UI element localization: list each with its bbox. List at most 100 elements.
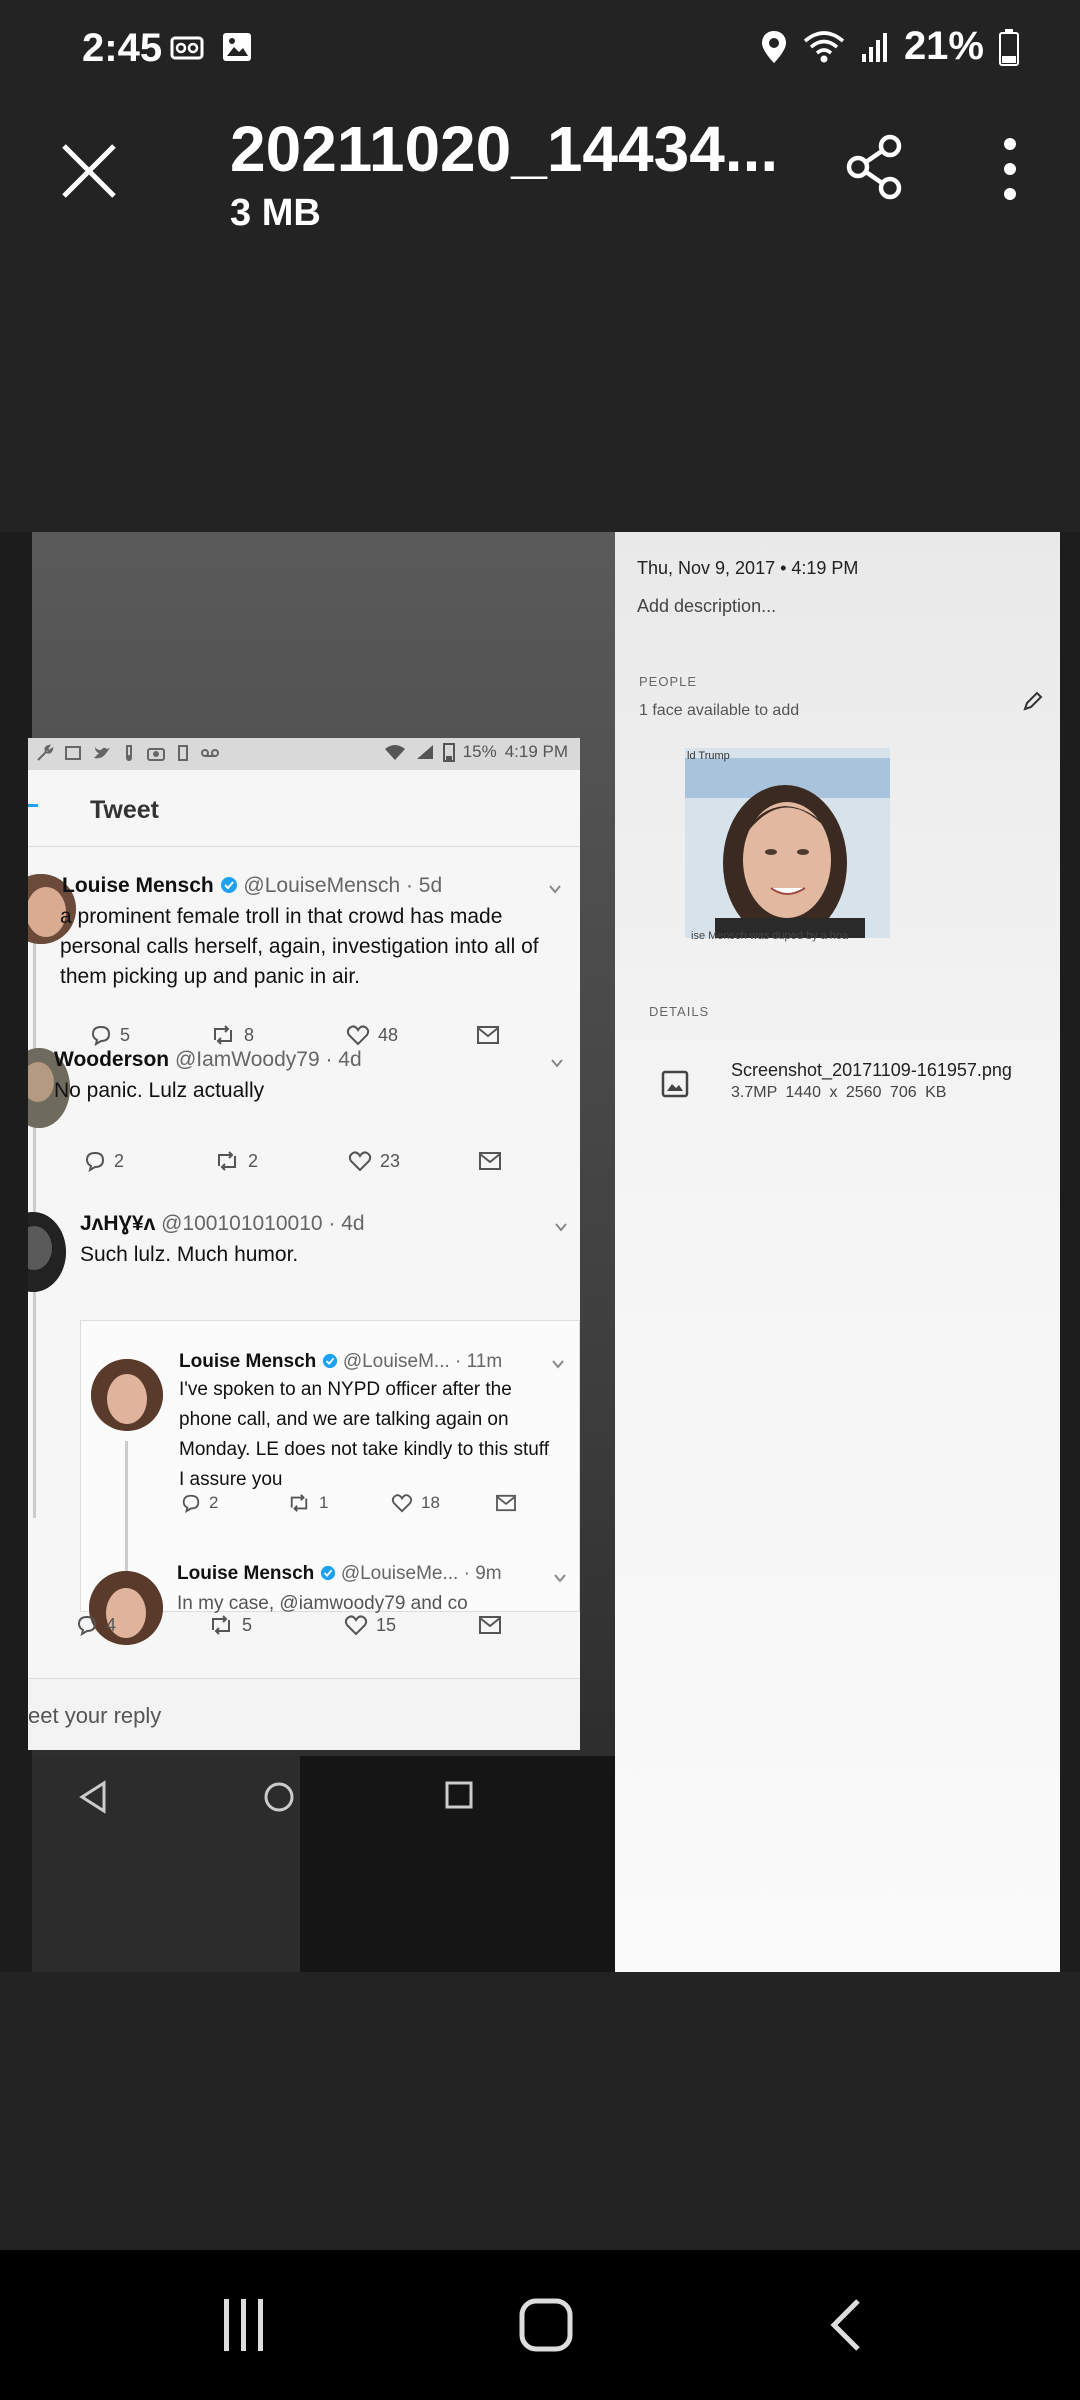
voicemail-icon	[170, 36, 204, 60]
reply-count: 4	[106, 1614, 117, 1635]
tweet-actions: 2 2 23	[84, 1150, 502, 1172]
reply-action[interactable]: 5	[90, 1024, 210, 1046]
retweet-action[interactable]: 1	[287, 1493, 391, 1513]
quoted-author-name: Louise Mensch	[177, 1563, 315, 1584]
chevron-down-icon[interactable]	[550, 1056, 564, 1070]
battery-small-icon	[442, 743, 455, 762]
chevron-down-icon[interactable]	[551, 1357, 565, 1371]
retweet-count: 5	[242, 1614, 253, 1635]
retweet-icon	[212, 1615, 230, 1635]
chevron-down-icon[interactable]	[548, 882, 562, 896]
back-triangle-icon	[79, 1780, 106, 1814]
home-circle-icon	[264, 1782, 294, 1812]
quoted-author-line: Louise Mensch @LouiseM... · 11m	[179, 1351, 502, 1373]
like-count: 48	[378, 1024, 399, 1045]
tweet-status-battery: 15%	[462, 742, 497, 761]
signal-icon	[861, 32, 887, 62]
like-action[interactable]: 23	[348, 1150, 478, 1172]
back-icon[interactable]	[818, 2295, 878, 2355]
reply-icon	[91, 1025, 111, 1046]
tweet-header-title: Tweet	[90, 796, 159, 824]
file-image-icon	[661, 1070, 689, 1098]
home-icon[interactable]	[516, 2295, 576, 2355]
tweet-text: a prominent female troll in that crowd h…	[60, 905, 539, 988]
photo-date: Thu, Nov 9, 2017 • 4:19 PM	[637, 558, 859, 578]
retweet-action[interactable]: 8	[210, 1024, 346, 1046]
people-heading: PEOPLE	[639, 674, 698, 689]
back-arrow-icon[interactable]	[28, 804, 38, 807]
like-action[interactable]: 18	[391, 1493, 495, 1513]
tweet-status-bar: 15% 4:19 PM	[28, 738, 580, 770]
reply-input[interactable]: eet your reply	[28, 1678, 580, 1750]
retweet-count: 2	[248, 1150, 259, 1171]
file-name: Screenshot_20171109-161957.png	[731, 1060, 1012, 1080]
file-title: 20211020_14434...	[230, 113, 779, 185]
avatar	[91, 1359, 163, 1431]
more-options-button[interactable]	[990, 134, 1030, 204]
verified-badge-icon	[220, 877, 237, 893]
thread-line	[33, 898, 36, 1518]
image-icon	[223, 33, 251, 61]
direct-message-icon[interactable]	[476, 1025, 500, 1045]
wrench-icon	[37, 744, 54, 761]
close-button[interactable]	[56, 138, 122, 204]
like-action[interactable]: 15	[344, 1614, 478, 1636]
tweet-status-time: 4:19 PM	[504, 742, 568, 761]
retweet-count: 1	[319, 1493, 329, 1512]
retweet-icon	[218, 1151, 236, 1171]
details-heading: DETAILS	[649, 1004, 710, 1019]
photo-viewer-image[interactable]: Thu, Nov 9, 2017 • 4:19 PM Add descripti…	[0, 532, 1080, 1972]
reply-icon	[77, 1615, 97, 1636]
retweet-action[interactable]: 5	[208, 1614, 344, 1636]
camera-icon	[147, 748, 165, 761]
overview-square-icon	[445, 1781, 473, 1809]
pencil-icon	[1023, 691, 1043, 711]
reply-icon	[85, 1151, 105, 1172]
tweet-actions: 5 8 48	[90, 1024, 500, 1046]
quoted-author-line: Louise Mensch @LouiseMe... · 9m	[177, 1563, 502, 1585]
face-thumbnail	[685, 748, 890, 938]
like-action[interactable]: 48	[346, 1024, 476, 1046]
twitter-bird-icon	[94, 747, 110, 759]
share-button[interactable]	[840, 132, 910, 202]
quoted-tweets[interactable]: Louise Mensch @LouiseM... · 11m I've spo…	[80, 1320, 580, 1645]
photo-right-edge	[1060, 532, 1080, 1972]
tweet-author-line: JᴧHƔ¥ᴧ @100101010010 · 4d	[80, 1212, 365, 1236]
face-note: 1 face available to add	[639, 702, 800, 719]
direct-message-icon[interactable]	[478, 1151, 502, 1171]
quoted-actions: 2 1 18	[181, 1493, 517, 1513]
tweet-screen: 15% 4:19 PM Tweet Louise Mensch @LouiseM…	[28, 738, 580, 1750]
reply-action[interactable]: 4	[76, 1614, 208, 1636]
reply-action[interactable]: 2	[84, 1150, 214, 1172]
reply-action[interactable]: 2	[181, 1493, 287, 1513]
verified-badge-icon	[320, 1565, 335, 1581]
quoted-text: I've spoken to an NYPD officer after the…	[179, 1379, 550, 1490]
status-right: 21%	[760, 24, 1020, 69]
heart-icon	[391, 1494, 413, 1513]
chevron-down-icon[interactable]	[554, 1220, 568, 1234]
status-left-icons	[170, 30, 254, 66]
reply-count: 2	[209, 1493, 219, 1512]
chevron-down-icon[interactable]	[553, 1571, 567, 1585]
direct-message-icon[interactable]	[478, 1615, 502, 1635]
quoted-author-handle: @LouiseMe... · 9m	[340, 1563, 502, 1584]
direct-message-icon[interactable]	[495, 1494, 517, 1512]
tweet-text: No panic. Lulz actually	[54, 1079, 265, 1102]
heart-icon	[346, 1025, 370, 1046]
tweet-author-name: Wooderson	[54, 1048, 170, 1071]
reply-count: 5	[120, 1024, 131, 1045]
location-icon	[761, 30, 786, 63]
file-size: 3 MB	[230, 192, 321, 234]
tweet-author-name: Louise Mensch	[62, 874, 214, 897]
tweet-author-handle: @LouiseMensch · 5d	[243, 874, 443, 897]
retweet-action[interactable]: 2	[214, 1150, 348, 1172]
tweet-header: Tweet	[28, 770, 580, 847]
recents-icon[interactable]	[214, 2295, 274, 2355]
reply-icon	[182, 1494, 200, 1513]
retweet-count: 8	[244, 1024, 255, 1045]
like-count: 23	[380, 1150, 401, 1171]
battery-icon	[999, 28, 1019, 66]
tweet-status-icons	[36, 744, 220, 762]
tweet-author-handle: @100101010010 · 4d	[161, 1212, 365, 1235]
battery-percent: 21%	[903, 24, 984, 68]
